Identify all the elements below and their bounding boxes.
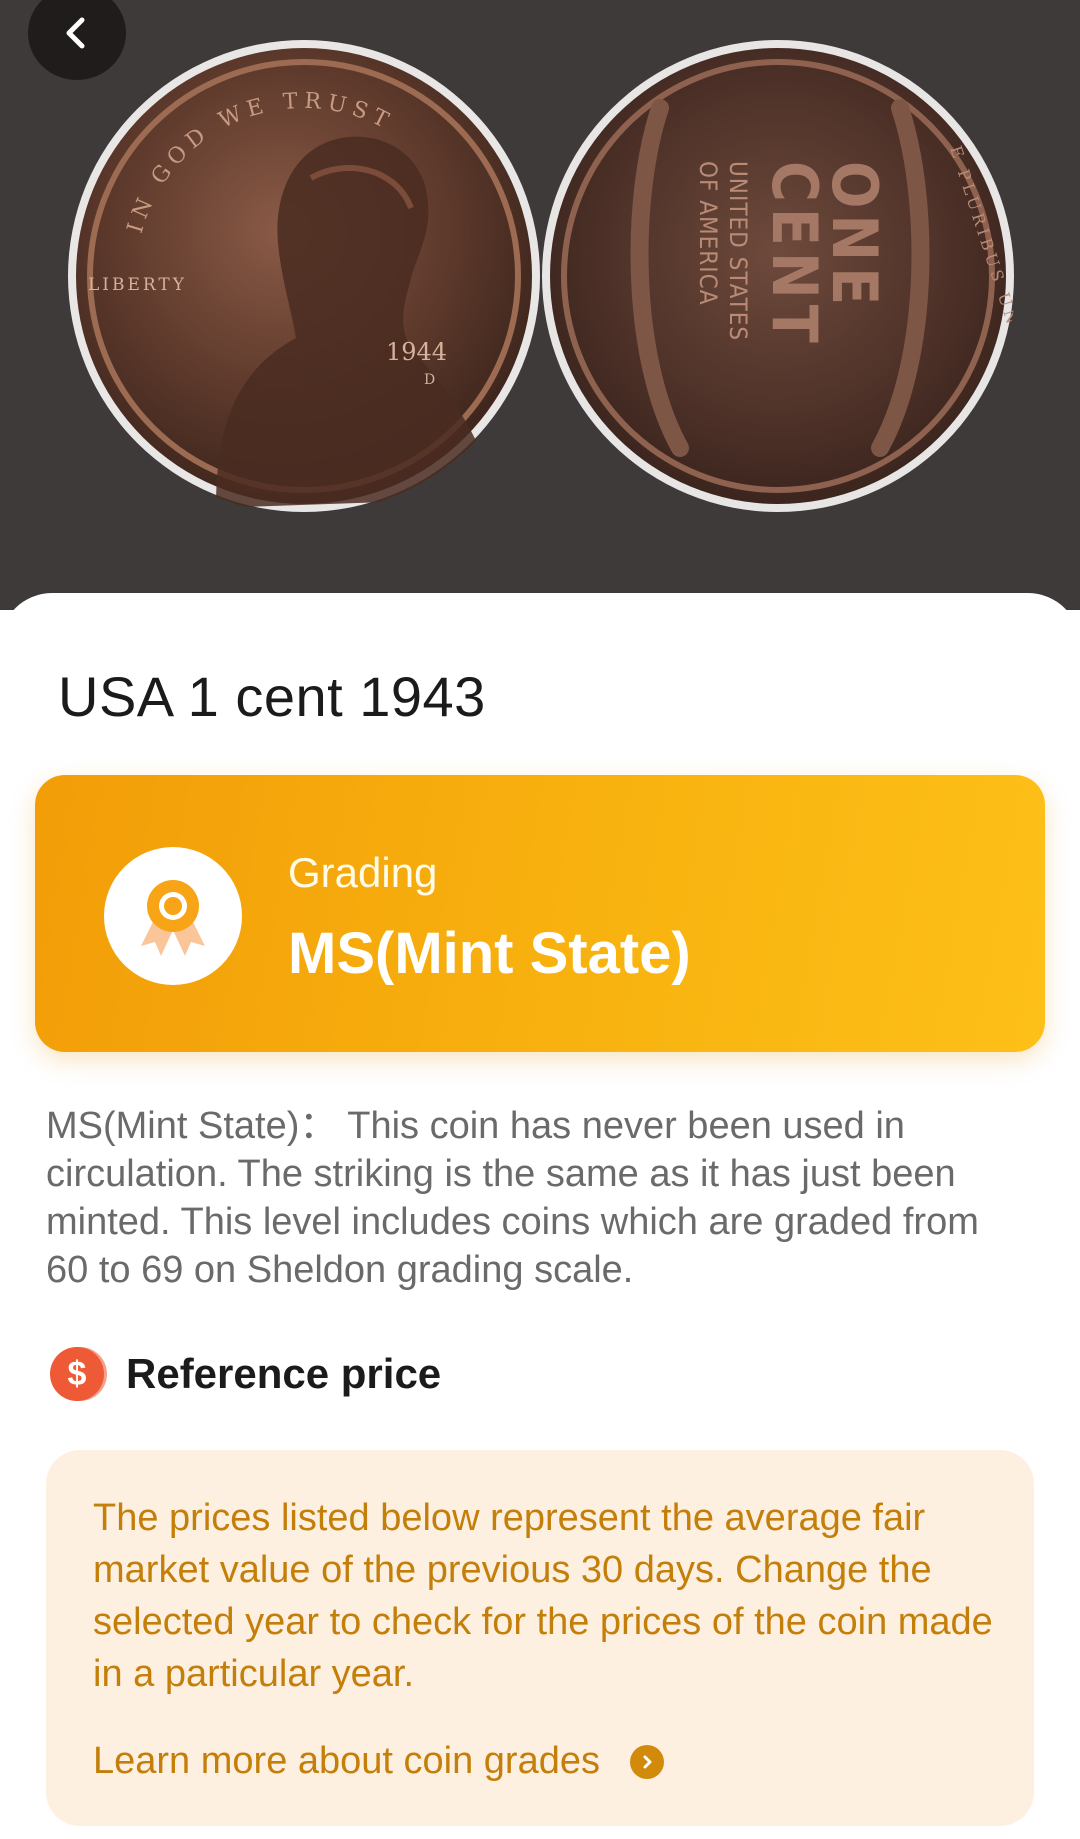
coin-mint-mark: D	[424, 372, 435, 388]
reference-price-title: Reference price	[126, 1350, 442, 1397]
price-info-text: The prices listed below represent the av…	[93, 1497, 993, 1695]
learn-more-link[interactable]: Learn more about coin grades	[93, 1740, 664, 1783]
coin-front-image: IN GOD WE TRUST LIBERTY 1944 D	[68, 40, 540, 512]
coin-country-line2: OF AMERICA	[694, 161, 722, 306]
coin-country-line1: UNITED STATES	[724, 161, 752, 341]
grading-badge	[104, 847, 242, 985]
reference-price-header: $ Reference price	[50, 1346, 441, 1402]
grading-value: MS(Mint State)	[288, 921, 691, 986]
coin-title: USA 1 cent 1943	[58, 665, 486, 728]
coin-year-text: 1944	[386, 338, 447, 366]
learn-more-label: Learn more about coin grades	[93, 1740, 600, 1782]
chevron-left-icon	[66, 17, 85, 49]
price-info-box: The prices listed below represent the av…	[46, 1450, 1034, 1826]
dollar-coin-icon: $	[50, 1347, 104, 1401]
coin-back-image: ONE CENT UNITED STATES OF AMERICA E PLUR…	[542, 40, 1016, 512]
chevron-right-icon	[630, 1744, 664, 1779]
award-ribbon-icon	[141, 880, 205, 956]
coin-denomination-line2: CENT	[758, 161, 831, 349]
grading-card: Grading MS(Mint State)	[35, 775, 1045, 1052]
grading-label: Grading	[288, 849, 438, 896]
grading-description: MS(Mint State)： This coin has never been…	[46, 1105, 979, 1291]
back-button[interactable]	[28, 0, 126, 80]
coin-image-header: IN GOD WE TRUST LIBERTY 1944 D ONE CENT …	[0, 0, 1080, 610]
coin-liberty-text: LIBERTY	[88, 275, 187, 295]
